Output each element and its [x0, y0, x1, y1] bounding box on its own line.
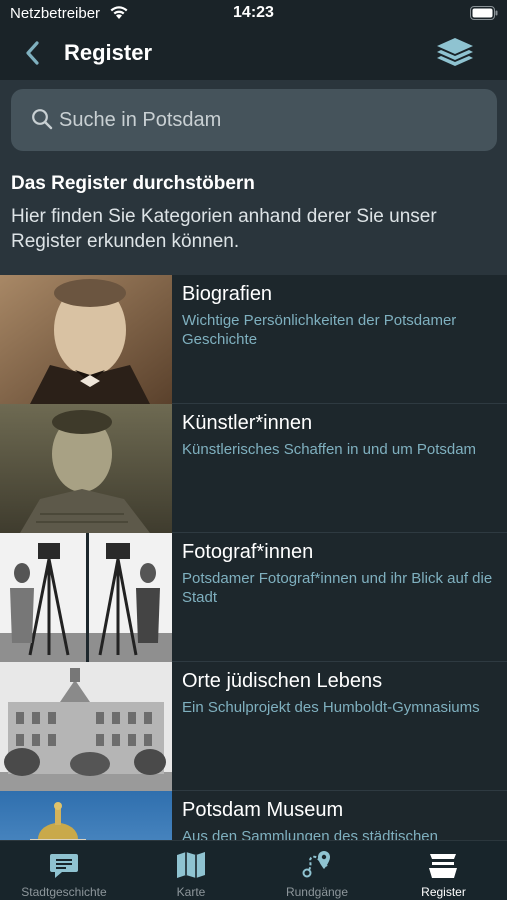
tab-stadtgeschichte[interactable]: Stadtgeschichte [0, 841, 128, 900]
tab-rundgaenge[interactable]: Rundgänge [254, 841, 380, 900]
category-subtitle: Potsdamer Fotograf*innen und ihr Blick a… [182, 570, 493, 606]
tab-bar: Stadtgeschichte Karte Rundgänge Register [0, 840, 507, 900]
category-title: Orte jüdischen Lebens [182, 670, 383, 692]
tab-register[interactable]: Register [380, 841, 507, 900]
register-icon [429, 854, 457, 878]
category-row-orte-juedischen-lebens[interactable]: Orte jüdischen Lebens Ein Schulprojekt d… [0, 662, 507, 791]
tab-karte[interactable]: Karte [128, 841, 254, 900]
route-icon [302, 851, 330, 878]
tab-label: Rundgänge [285, 885, 349, 899]
back-chevron-icon[interactable] [22, 39, 44, 67]
category-title: Fotograf*innen [182, 541, 314, 563]
search-field[interactable] [11, 89, 497, 151]
category-subtitle: Ein Schulprojekt des Humboldt-Gymnasiums [182, 699, 480, 716]
category-title: Künstler*innen [182, 412, 313, 434]
category-subtitle: Künstlerisches Schaffen in und um Potsda… [182, 441, 477, 458]
navigation-bar: Register [0, 28, 507, 80]
search-icon [32, 109, 53, 130]
museum-thumbnail [0, 791, 172, 840]
tab-label: Stadtgeschichte [21, 885, 107, 899]
category-list: Biografien Wichtige Persönlichkeiten der… [0, 275, 507, 840]
search-input[interactable] [59, 89, 479, 151]
status-bar: Netzbetreiber 14:23 [0, 0, 507, 28]
page-title: Register [64, 40, 153, 65]
layers-icon[interactable] [434, 35, 476, 73]
chat-icon [50, 854, 78, 878]
clock: 14:23 [233, 4, 274, 21]
category-row-biografien[interactable]: Biografien Wichtige Persönlichkeiten der… [0, 275, 507, 404]
category-title: Biografien [182, 283, 273, 305]
category-title: Potsdam Museum [182, 799, 344, 821]
category-subtitle: Aus den Sammlungen des städtischen [182, 828, 438, 840]
photographers-thumbnail [0, 533, 172, 662]
category-row-kuenstlerinnen[interactable]: Künstler*innen Künstlerisches Schaffen i… [0, 404, 507, 533]
tab-label: Karte [176, 885, 206, 899]
map-icon [177, 852, 205, 878]
category-row-fotografinnen[interactable]: Fotograf*innen Potsdamer Fotograf*innen … [0, 533, 507, 662]
portrait-thumbnail [0, 404, 172, 533]
intro-title: Das Register durchstöbern [11, 173, 255, 194]
category-subtitle: Wichtige Persönlichkeiten der Potsdamer … [182, 312, 457, 348]
portrait-thumbnail [0, 275, 172, 404]
intro-text: Hier finden Sie Kategorien anhand derer … [11, 206, 437, 252]
category-row-potsdam-museum[interactable]: Potsdam Museum Aus den Sammlungen des st… [0, 791, 507, 840]
battery-icon [470, 6, 498, 20]
building-thumbnail [0, 662, 172, 791]
tab-label: Register [421, 885, 466, 899]
search-section: Das Register durchstöbern Hier finden Si… [0, 80, 507, 275]
